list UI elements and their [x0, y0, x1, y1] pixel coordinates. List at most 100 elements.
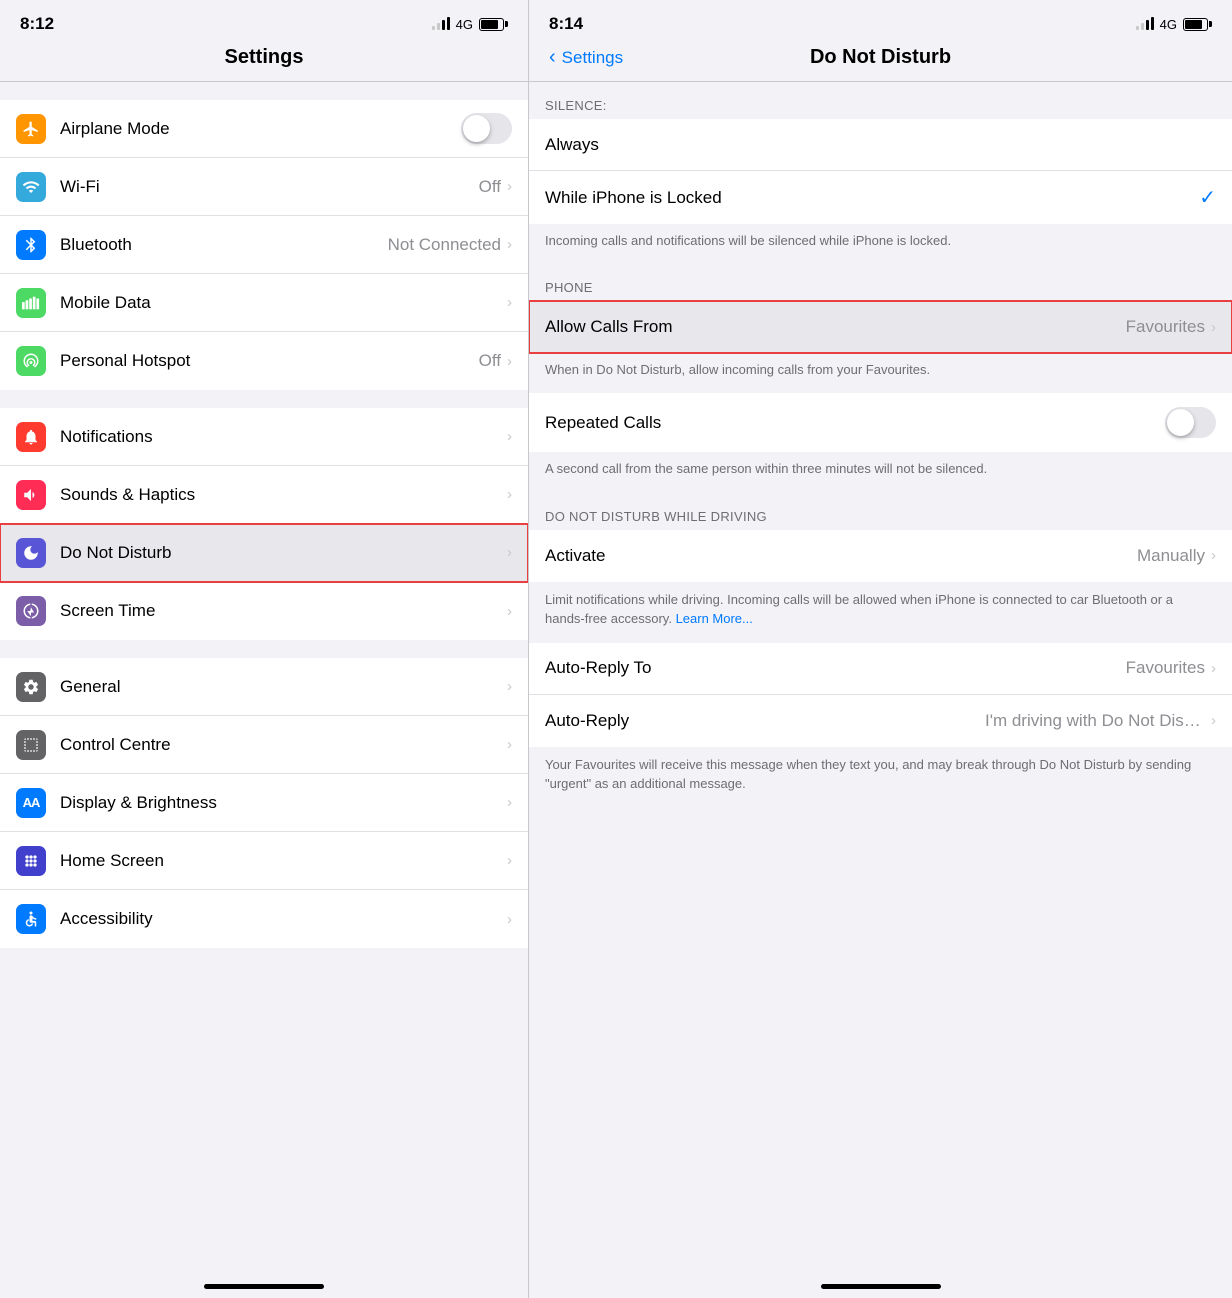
always-row[interactable]: Always	[529, 119, 1232, 171]
bluetooth-row[interactable]: Bluetooth Not Connected ›	[0, 216, 528, 274]
control-centre-icon	[16, 730, 46, 760]
mobile-data-icon	[16, 288, 46, 318]
control-centre-label: Control Centre	[60, 735, 507, 755]
right-network-type: 4G	[1160, 17, 1177, 32]
airplane-mode-row[interactable]: Airplane Mode	[0, 100, 528, 158]
display-brightness-chevron: ›	[507, 794, 512, 811]
auto-reply-chevron: ›	[1211, 712, 1216, 729]
left-nav-header: Settings	[0, 42, 528, 82]
left-status-bar: 8:12 4G	[0, 0, 528, 42]
bluetooth-chevron: ›	[507, 236, 512, 253]
auto-reply-value: I'm driving with Do Not Distu...	[985, 711, 1205, 731]
bluetooth-value: Not Connected	[388, 235, 501, 255]
personal-hotspot-icon	[16, 346, 46, 376]
allow-calls-from-value: Favourites	[1126, 317, 1205, 337]
allow-calls-from-row[interactable]: Allow Calls From Favourites ›	[529, 301, 1232, 353]
activate-label: Activate	[545, 546, 1137, 566]
allow-calls-from-label: Allow Calls From	[545, 317, 1126, 337]
right-status-icons: 4G	[1136, 17, 1212, 32]
do-not-disturb-row[interactable]: Do Not Disturb ›	[0, 524, 528, 582]
sounds-haptics-label: Sounds & Haptics	[60, 485, 507, 505]
left-status-time: 8:12	[20, 14, 54, 34]
airplane-mode-label: Airplane Mode	[60, 119, 461, 139]
auto-reply-description: Your Favourites will receive this messag…	[529, 747, 1232, 808]
back-label: Settings	[562, 48, 623, 68]
signal-icon	[432, 18, 450, 30]
control-centre-row[interactable]: Control Centre ›	[0, 716, 528, 774]
left-home-indicator	[0, 1278, 528, 1298]
wifi-chevron: ›	[507, 178, 512, 195]
general-row[interactable]: General ›	[0, 658, 528, 716]
driving-items: Activate Manually ›	[529, 530, 1232, 582]
dnd-content: SILENCE: Always While iPhone is Locked ✓…	[529, 82, 1232, 1278]
battery-icon	[479, 18, 508, 31]
notifications-label: Notifications	[60, 427, 507, 447]
home-screen-label: Home Screen	[60, 851, 507, 871]
display-brightness-label: Display & Brightness	[60, 793, 507, 813]
sounds-haptics-chevron: ›	[507, 486, 512, 503]
activate-row[interactable]: Activate Manually ›	[529, 530, 1232, 582]
repeated-calls-toggle-knob	[1167, 409, 1194, 436]
right-battery-icon	[1183, 18, 1212, 31]
control-centre-chevron: ›	[507, 736, 512, 753]
right-nav-header: ‹ Settings Do Not Disturb	[529, 42, 1232, 82]
accessibility-row[interactable]: Accessibility ›	[0, 890, 528, 948]
while-locked-check: ✓	[1199, 185, 1216, 210]
system-group: General › Control Centre › AA Display & …	[0, 658, 528, 948]
left-panel: 8:12 4G Settings	[0, 0, 528, 1298]
repeated-calls-row[interactable]: Repeated Calls	[529, 393, 1232, 452]
auto-reply-row[interactable]: Auto-Reply I'm driving with Do Not Distu…	[529, 695, 1232, 747]
display-brightness-row[interactable]: AA Display & Brightness ›	[0, 774, 528, 832]
repeated-calls-toggle[interactable]	[1165, 407, 1216, 438]
settings-list: Airplane Mode Wi-Fi Off ›	[0, 82, 528, 1278]
do-not-disturb-chevron: ›	[507, 544, 512, 561]
right-status-time: 8:14	[549, 14, 583, 34]
wifi-row[interactable]: Wi-Fi Off ›	[0, 158, 528, 216]
notifications-group: Notifications › Sounds & Haptics ›	[0, 408, 528, 640]
while-locked-row[interactable]: While iPhone is Locked ✓	[529, 171, 1232, 224]
left-status-icons: 4G	[432, 17, 508, 32]
do-not-disturb-label: Do Not Disturb	[60, 543, 507, 563]
personal-hotspot-label: Personal Hotspot	[60, 351, 479, 371]
general-label: General	[60, 677, 507, 697]
wifi-label: Wi-Fi	[60, 177, 479, 197]
home-screen-row[interactable]: Home Screen ›	[0, 832, 528, 890]
driving-header: DO NOT DISTURB WHILE DRIVING	[529, 493, 1232, 530]
general-chevron: ›	[507, 678, 512, 695]
home-screen-icon	[16, 846, 46, 876]
phone-items: Allow Calls From Favourites ›	[529, 301, 1232, 353]
driving-description: Limit notifications while driving. Incom…	[529, 582, 1232, 643]
airplane-mode-toggle[interactable]	[461, 113, 512, 144]
right-home-indicator	[529, 1278, 1232, 1298]
while-locked-label: While iPhone is Locked	[545, 188, 1199, 208]
personal-hotspot-row[interactable]: Personal Hotspot Off ›	[0, 332, 528, 390]
mobile-data-row[interactable]: Mobile Data ›	[0, 274, 528, 332]
screen-time-label: Screen Time	[60, 601, 507, 621]
notifications-row[interactable]: Notifications ›	[0, 408, 528, 466]
right-signal-icon	[1136, 18, 1154, 30]
home-screen-chevron: ›	[507, 852, 512, 869]
silence-section: SILENCE: Always While iPhone is Locked ✓…	[529, 82, 1232, 264]
back-chevron-icon: ‹	[549, 46, 556, 69]
sounds-haptics-row[interactable]: Sounds & Haptics ›	[0, 466, 528, 524]
silence-header: SILENCE:	[529, 82, 1232, 119]
silence-description: Incoming calls and notifications will be…	[529, 224, 1232, 264]
auto-reply-to-row[interactable]: Auto-Reply To Favourites ›	[529, 643, 1232, 695]
screen-time-row[interactable]: Screen Time ›	[0, 582, 528, 640]
phone-description: When in Do Not Disturb, allow incoming c…	[529, 353, 1232, 393]
accessibility-label: Accessibility	[60, 909, 507, 929]
allow-calls-from-chevron: ›	[1211, 319, 1216, 336]
accessibility-icon	[16, 904, 46, 934]
learn-more-link[interactable]: Learn More...	[676, 611, 753, 626]
airplane-mode-icon	[16, 114, 46, 144]
notifications-icon	[16, 422, 46, 452]
always-label: Always	[545, 135, 1216, 155]
driving-description-text: Limit notifications while driving. Incom…	[545, 592, 1173, 627]
bluetooth-label: Bluetooth	[60, 235, 388, 255]
accessibility-chevron: ›	[507, 911, 512, 928]
back-button[interactable]: ‹ Settings	[549, 46, 639, 69]
personal-hotspot-value: Off	[479, 351, 501, 371]
auto-reply-to-value: Favourites	[1126, 658, 1205, 678]
driving-items2: Auto-Reply To Favourites › Auto-Reply I'…	[529, 643, 1232, 747]
activate-value: Manually	[1137, 546, 1205, 566]
